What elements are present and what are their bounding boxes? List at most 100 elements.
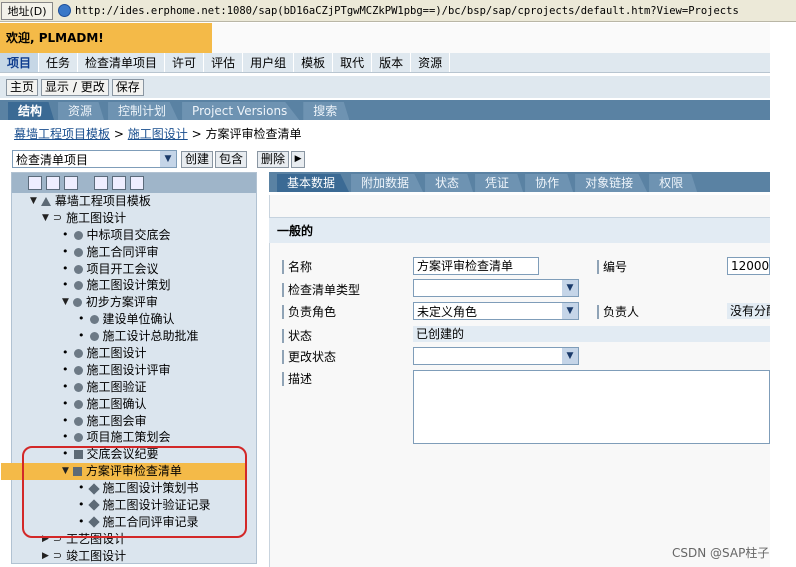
detail-tab[interactable]: 附加数据 [351,174,424,192]
move-up-icon[interactable] [112,176,126,190]
bullet-icon: • [62,278,69,292]
delete-button[interactable]: 删除 [257,150,290,168]
detail-tab[interactable]: 权限 [649,174,698,192]
sub-tab[interactable]: 资源 [58,102,105,120]
chevron-down-icon[interactable]: ▼ [562,280,578,296]
nav-item[interactable]: 模板 [294,53,334,72]
play-icon[interactable]: ▶ [291,150,306,168]
person-label: 负责人 [597,305,639,319]
tree-node-label: 施工图验证 [86,379,147,394]
breadcrumb-root[interactable]: 幕墙工程项目模板 [14,127,110,141]
collapse-icon[interactable]: ▼ [42,210,49,227]
hierarchy-icon[interactable] [94,176,108,190]
expand-icon[interactable]: ▶ [42,548,49,565]
sub-tab[interactable]: 控制计划 [108,102,179,120]
chevron-down-icon[interactable]: ▼ [562,303,578,319]
display-change-button[interactable]: 显示 / 更改 [41,78,109,96]
object-type-select[interactable]: 检查清单项目 ▼ [12,150,177,168]
nav-item[interactable]: 资源 [411,53,451,72]
chevron-down-icon[interactable]: ▼ [160,151,176,167]
address-label: 地址(D) [1,1,53,20]
tree-node[interactable]: ▼ 初步方案评审 [12,294,256,311]
task-icon [73,264,83,274]
description-field[interactable] [413,370,770,444]
phase-icon: ⊃ [52,548,63,562]
detail-tabs: 基本数据 附加数据 状态 凭证 协作 对象链接 权限 [269,172,770,192]
tree-node[interactable]: • 施工图设计评审 [12,362,256,379]
collapse-icon[interactable]: ▼ [62,294,69,311]
sub-nav: 结构 资源 控制计划 Project Versions 搜索 [0,100,770,120]
bullet-icon: • [62,396,69,410]
task-icon [73,433,83,443]
breadcrumb-current: 方案评审检查清单 [205,127,302,141]
left-toolbar: 检查清单项目 ▼ 创建 包含 删除 ▶ [12,150,307,168]
task-icon [73,348,83,358]
tree-node-label: 中标项目交底会 [86,227,171,242]
nav-item[interactable]: 检查清单项目 [78,53,166,72]
nav-item[interactable]: 项目 [0,53,40,72]
main-nav: 项目 任务 检查清单项目 许可 评估 用户组 模板 取代 版本 资源 [0,53,770,73]
breadcrumb-mid[interactable]: 施工图设计 [128,127,188,141]
tree-node[interactable]: • 施工图设计 [12,345,256,362]
nav-item[interactable]: 任务 [39,53,79,72]
tree-node[interactable]: • 施工图验证 [12,379,256,396]
bullet-icon: • [62,227,69,241]
detail-tab[interactable]: 基本数据 [277,174,350,192]
nav-item[interactable]: 用户组 [243,53,295,72]
tree-node[interactable]: • 建设单位确认 [12,311,256,328]
tree-node-label: 建设单位确认 [102,312,175,327]
tree-node-label: 竣工图设计 [66,548,127,563]
move-down-icon[interactable] [130,176,144,190]
tree-node[interactable]: • 项目开工会议 [12,261,256,278]
address-url[interactable]: http://ides.erphome.net:1080/sap(bD16aCZ… [75,5,790,17]
home-button[interactable]: 主页 [6,78,39,96]
nav-item[interactable]: 取代 [333,53,373,72]
sub-tab[interactable]: 搜索 [303,102,350,120]
tree-node-label: 施工设计总助批准 [102,329,199,344]
checklist-type-select[interactable]: ▼ [413,279,579,297]
tree-toolbar [12,173,256,193]
detail-tab[interactable]: 对象链接 [575,174,648,192]
tree-node-label: 项目施工策划会 [86,430,171,445]
nav-item[interactable]: 评估 [204,53,244,72]
save-button[interactable]: 保存 [111,78,144,96]
section-title: 一般的 [269,217,770,243]
task-icon [72,298,82,308]
address-bar: 地址(D) http://ides.erphome.net:1080/sap(b… [0,0,796,22]
tree-node[interactable]: ▶ ⊃ 竣工图设计 [12,548,256,565]
welcome-banner: 欢迎, PLMADM! [0,23,212,53]
tree-node[interactable]: • 项目施工策划会 [12,429,256,446]
role-select[interactable]: 未定义角色 ▼ [413,302,579,320]
chevron-down-icon[interactable]: ▼ [562,348,578,364]
expand-all-icon[interactable] [28,176,42,190]
project-icon [40,196,51,206]
nav-item[interactable]: 版本 [372,53,412,72]
include-button[interactable]: 包含 [215,150,248,168]
sub-tab[interactable]: 结构 [8,102,55,120]
tree-node-label: 施工合同评审 [86,244,159,259]
header-strip [212,23,770,53]
object-type-value: 检查清单项目 [16,152,89,167]
tree-node[interactable]: • 中标项目交底会 [12,227,256,244]
tree-node[interactable]: • 施工图会审 [12,413,256,430]
nav-item[interactable]: 许可 [165,53,205,72]
detail-tab[interactable]: 协作 [525,174,574,192]
tree-node[interactable]: • 施工合同评审 [12,244,256,261]
copy-icon[interactable] [46,176,60,190]
sub-tab[interactable]: Project Versions [182,102,300,120]
task-icon [73,365,83,375]
number-field[interactable]: 1200000 [727,257,770,275]
change-status-select[interactable]: ▼ [413,347,579,365]
task-icon [73,399,83,409]
tree-node[interactable]: • 施工图设计策划 [12,277,256,294]
tree-node[interactable]: • 施工图确认 [12,396,256,413]
collapse-icon[interactable]: ▼ [30,193,37,210]
tree-node[interactable]: • 施工设计总助批准 [12,328,256,345]
detail-tab[interactable]: 凭证 [475,174,524,192]
name-field[interactable]: 方案评审检查清单 [413,257,539,275]
tree-node[interactable]: ▼ 幕墙工程项目模板 [12,193,256,210]
tree-node[interactable]: ▼ ⊃ 施工图设计 [12,210,256,227]
paste-icon[interactable] [64,176,78,190]
create-button[interactable]: 创建 [181,150,214,168]
detail-tab[interactable]: 状态 [425,174,474,192]
